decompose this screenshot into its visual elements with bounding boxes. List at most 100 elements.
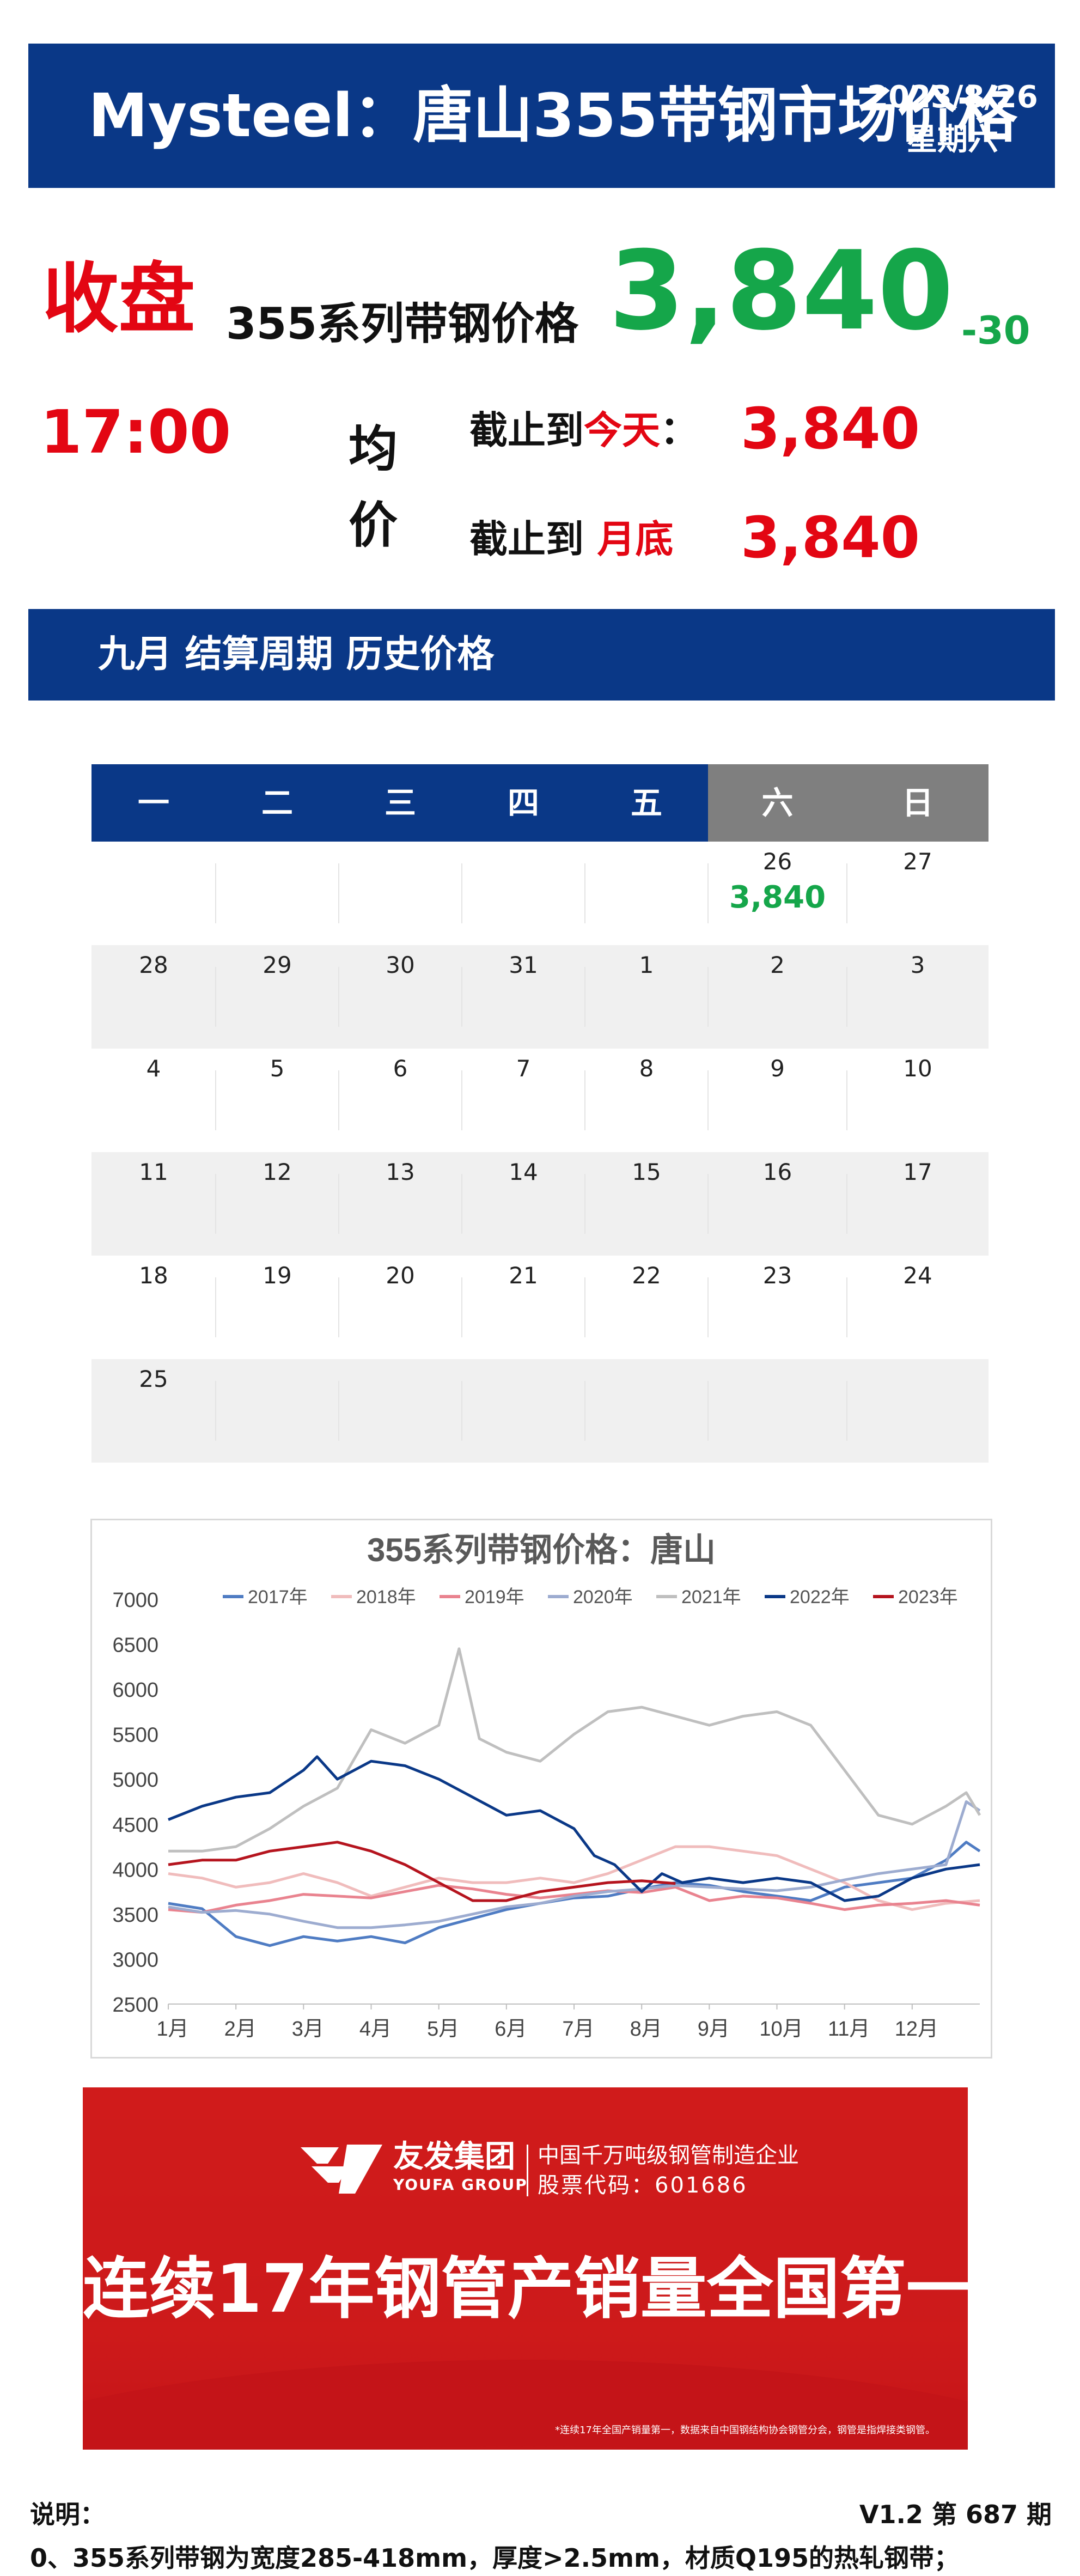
calendar-column-divider <box>215 1277 216 1337</box>
section-bar: 九月 结算周期 历史价格 <box>28 609 1055 701</box>
calendar-column-divider <box>215 1381 216 1441</box>
calendar-column-divider <box>461 863 462 923</box>
calendar-day-number: 29 <box>263 952 292 978</box>
calendar-day-number: 13 <box>386 1159 415 1185</box>
header-date-block: 2023/8/26 星期六 <box>865 76 1040 161</box>
calendar-column-divider <box>338 1277 339 1337</box>
calendar-day-cell: 14 <box>462 1152 585 1256</box>
x-tick-label: 10月 <box>759 2018 803 2041</box>
price-value: 3,840 <box>609 228 954 355</box>
footer-note-line: 0、355系列带钢为宽度285-418mm，厚度>2.5mm，材质Q195的热轧… <box>30 2543 960 2573</box>
calendar-week-row: 28 29 30 31 1 2 3 <box>91 945 989 1049</box>
price-change: -30 <box>961 308 1030 353</box>
legend-label: 2022年 <box>790 1587 850 1607</box>
calendar-column-divider <box>846 863 847 923</box>
calendar-day-cell <box>216 1359 339 1463</box>
calendar-day-cell <box>91 842 216 945</box>
calendar-day-number: 20 <box>386 1262 415 1289</box>
month-value: 3,840 <box>741 504 920 571</box>
ad-brand: 友发集团 <box>393 2139 515 2175</box>
calendar-day-number: 17 <box>903 1159 932 1185</box>
calendar-day-cell: 16 <box>708 1152 847 1256</box>
x-tick-label: 12月 <box>895 2018 938 2041</box>
y-tick-label: 5500 <box>112 1724 158 1747</box>
legend-label: 2020年 <box>573 1587 633 1607</box>
chart-series <box>168 1647 981 1947</box>
calendar-column-divider <box>584 1070 585 1130</box>
series-label: 355系列带钢价格 <box>226 299 578 349</box>
calendar-column-divider <box>707 1381 709 1441</box>
y-tick-label: 6000 <box>112 1679 158 1702</box>
chart-legend: 2017年 2018年 2019年 2020年 2021年 2022年 2023年 <box>223 1587 958 1607</box>
calendar-column-divider <box>461 1277 462 1337</box>
calendar-day-cell <box>585 1359 708 1463</box>
calendar-day-cell: 23 <box>708 1256 847 1359</box>
calendar-day-number: 1 <box>639 952 654 978</box>
today-highlight: 今天 <box>584 408 660 453</box>
calendar-day-number: 10 <box>903 1055 932 1082</box>
x-axis: 1月 2月 3月 4月 5月 6月 7月 8月 9月 10月 11月 12月 <box>156 2003 980 2041</box>
calendar-day-number: 2 <box>770 952 785 978</box>
x-tick-label: 1月 <box>156 2018 188 2041</box>
x-tick-label: 3月 <box>292 2018 324 2041</box>
y-tick-label: 3000 <box>112 1948 158 1971</box>
calendar-day-price: 3,840 <box>729 880 826 915</box>
calendar-week-row: 4 5 6 7 8 9 10 <box>91 1049 989 1152</box>
today-label: 截止到今天： <box>469 406 698 455</box>
calendar-column-divider <box>338 967 339 1027</box>
section-title: 九月 结算周期 历史价格 <box>98 633 495 676</box>
x-tick-label: 4月 <box>359 2018 392 2041</box>
calendar-day-number: 24 <box>903 1262 932 1289</box>
calendar-day-cell: 12 <box>216 1152 339 1256</box>
header-date: 2023/8/26 <box>867 80 1038 115</box>
calendar-day-cell: 24 <box>847 1256 989 1359</box>
calendar-day-cell: 2 <box>708 945 847 1049</box>
ad-brand-en: YOUFA GROUP <box>393 2176 528 2194</box>
calendar-day-cell <box>462 1359 585 1463</box>
calendar-column-divider <box>215 967 216 1027</box>
calendar-day-cell: 13 <box>339 1152 462 1256</box>
ad-footnote: *连续17年全国产销量第一，数据来自中国钢结构协会钢管分会，钢管是指焊接类钢管。 <box>555 2425 935 2436</box>
close-time: 17:00 <box>40 397 231 467</box>
calendar-day-cell: 10 <box>847 1049 989 1152</box>
calendar-day-cell: 31 <box>462 945 585 1049</box>
ad-banner[interactable]: 友发集团 YOUFA GROUP 中国千万吨级钢管制造企业 股票代码：60168… <box>83 2087 968 2450</box>
calendar-day-cell: 5 <box>216 1049 339 1152</box>
calendar-weekday-header: 五 <box>585 764 708 842</box>
y-tick-label: 4000 <box>112 1859 158 1881</box>
calendar-column-divider <box>707 863 709 923</box>
calendar-day-number: 7 <box>516 1055 531 1082</box>
calendar-column-divider <box>707 1070 709 1130</box>
calendar-day-number: 9 <box>770 1055 785 1082</box>
x-tick-label: 9月 <box>698 2018 730 2041</box>
legend-label: 2019年 <box>465 1587 524 1607</box>
calendar-day-number: 16 <box>762 1159 792 1185</box>
ad-stock-code: 股票代码：601686 <box>538 2173 748 2198</box>
y-axis: 2500 3000 3500 4000 4500 5000 5500 6000 6500 7000 <box>112 1589 158 2017</box>
calendar-day-number: 5 <box>270 1055 285 1082</box>
calendar-day-cell <box>708 1359 847 1463</box>
calendar-column-divider <box>461 1070 462 1130</box>
avg-label-1: 均 <box>349 421 398 478</box>
calendar-day-cell <box>216 842 339 945</box>
calendar-day-number: 23 <box>762 1262 792 1289</box>
calendar-column-divider <box>338 1070 339 1130</box>
calendar-day-cell <box>339 842 462 945</box>
calendar-day-cell: 3 <box>847 945 989 1049</box>
calendar-day-cell: 9 <box>708 1049 847 1152</box>
calendar-column-divider <box>707 967 709 1027</box>
calendar-weekday-header: 二 <box>216 764 339 842</box>
calendar-column-divider <box>584 1277 585 1337</box>
calendar-day-cell: 30 <box>339 945 462 1049</box>
calendar-column-divider <box>461 1174 462 1234</box>
ad-divider <box>527 2145 528 2196</box>
calendar-day-cell: 15 <box>585 1152 708 1256</box>
price-chart: 355系列带钢价格：唐山 2017年 2018年 2019年 2020年 2021年 20… <box>90 1519 992 2059</box>
calendar-day-number: 4 <box>146 1055 161 1082</box>
chart-title: 355系列带钢价格：唐山 <box>367 1532 716 1568</box>
x-tick-label: 5月 <box>427 2018 459 2041</box>
calendar-column-divider <box>461 967 462 1027</box>
calendar-column-divider <box>338 1174 339 1234</box>
calendar-column-divider <box>846 967 847 1027</box>
today-colon: ： <box>660 408 698 453</box>
